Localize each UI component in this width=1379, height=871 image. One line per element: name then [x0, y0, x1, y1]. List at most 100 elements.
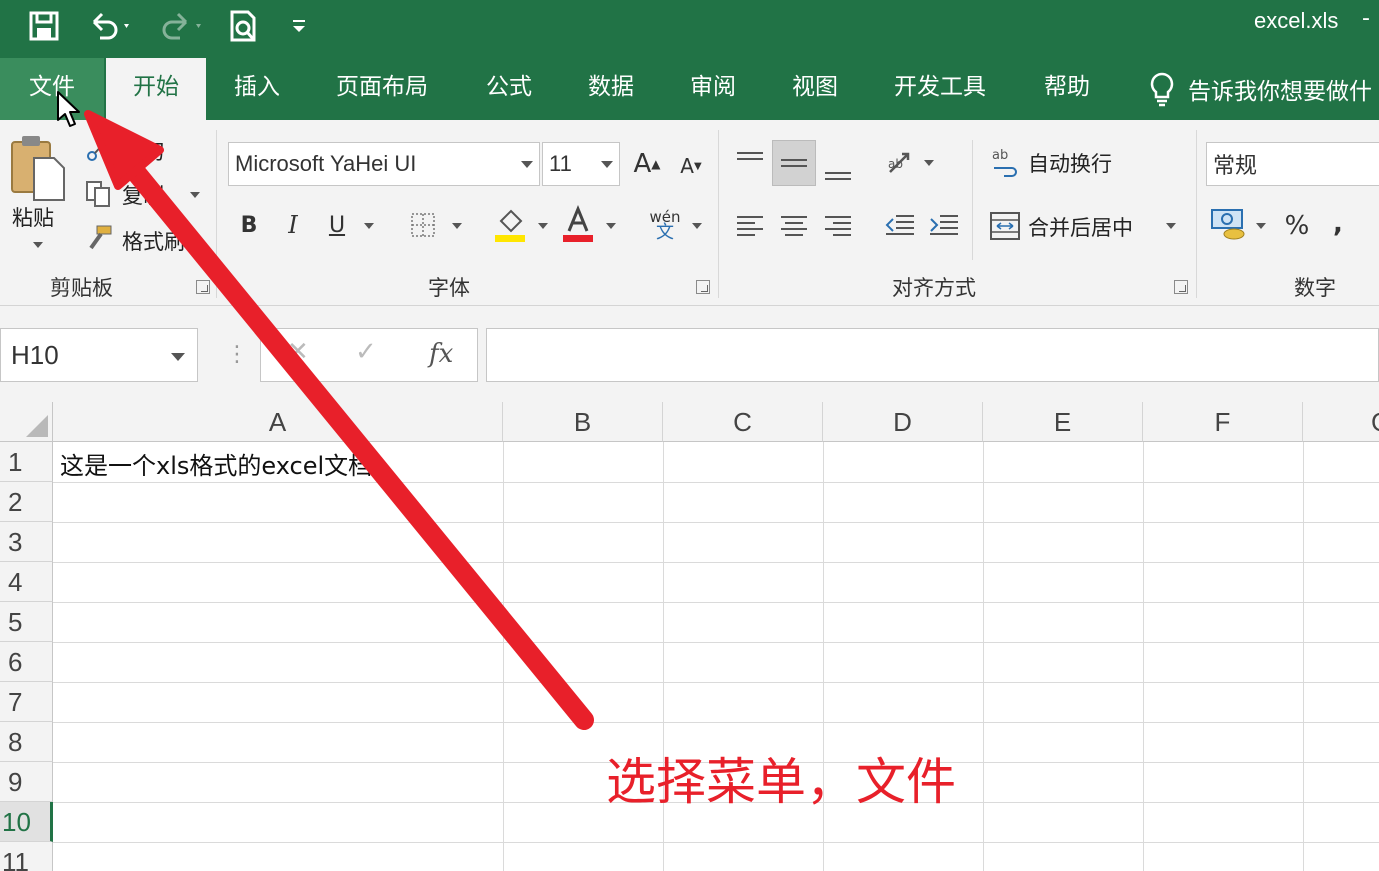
row-header-selected[interactable]: 10 — [0, 802, 53, 842]
cut-icon[interactable] — [84, 136, 112, 164]
paste-dropdown-icon[interactable] — [33, 242, 43, 248]
formula-bar: H10 ⋮ ✕ ✓ fx — [0, 306, 1379, 402]
font-launcher-icon[interactable] — [696, 280, 710, 294]
tell-me-box[interactable]: 告诉我你想要做什 — [1148, 58, 1372, 120]
print-preview-icon[interactable] — [224, 8, 264, 44]
row-header[interactable]: 4 — [0, 562, 53, 602]
cell-a1[interactable]: 这是一个xls格式的excel文档 — [60, 446, 372, 481]
align-top-icon[interactable] — [730, 142, 770, 182]
row-header[interactable]: 3 — [0, 522, 53, 562]
clipboard-launcher-icon[interactable] — [196, 280, 210, 294]
wrap-text-icon[interactable]: ab — [988, 144, 1022, 180]
underline-button[interactable]: U — [322, 208, 352, 242]
column-header-d[interactable]: D — [823, 402, 983, 442]
copy-icon[interactable] — [84, 180, 114, 208]
number-format-select[interactable]: 常规 — [1206, 142, 1379, 186]
row-header[interactable]: 6 — [0, 642, 53, 682]
row-header[interactable]: 2 — [0, 482, 53, 522]
italic-button[interactable]: I — [278, 208, 308, 242]
font-color-dropdown-icon[interactable] — [606, 223, 616, 229]
minimize-button[interactable]: - — [1362, 6, 1370, 31]
column-header-a[interactable]: A — [53, 402, 503, 442]
phonetic-icon[interactable]: wén 文 — [644, 204, 686, 246]
tab-data[interactable]: 数据 — [582, 58, 640, 120]
tab-file[interactable]: 文件 — [0, 58, 104, 120]
column-header-c[interactable]: C — [663, 402, 823, 442]
title-bar: excel.xls - — [0, 0, 1379, 58]
tab-help[interactable]: 帮助 — [1038, 58, 1096, 120]
tab-page-layout[interactable]: 页面布局 — [330, 58, 434, 120]
font-name-select[interactable]: Microsoft YaHei UI — [228, 142, 540, 186]
bold-button[interactable]: B — [234, 208, 264, 242]
format-painter-icon[interactable] — [84, 224, 114, 252]
increase-font-icon[interactable]: A ▲ — [630, 144, 664, 184]
underline-dropdown-icon[interactable] — [364, 223, 374, 229]
orientation-icon[interactable]: ab — [880, 142, 922, 184]
column-header-e[interactable]: E — [983, 402, 1143, 442]
row-header[interactable]: 11 — [0, 842, 53, 871]
customize-icon[interactable] — [288, 8, 310, 44]
border-dropdown-icon[interactable] — [452, 223, 462, 229]
align-middle-icon[interactable] — [772, 140, 816, 186]
align-right-icon[interactable] — [818, 206, 858, 246]
increase-indent-icon[interactable] — [924, 206, 964, 246]
align-bottom-icon[interactable] — [818, 150, 858, 190]
column-header-f[interactable]: F — [1143, 402, 1303, 442]
decrease-font-icon[interactable]: A ▼ — [676, 148, 706, 184]
insert-function-button[interactable]: fx — [429, 339, 453, 369]
row-header[interactable]: 7 — [0, 682, 53, 722]
row-header[interactable]: 1 — [0, 442, 53, 482]
gridline — [53, 722, 1379, 723]
row-header[interactable]: 8 — [0, 722, 53, 762]
format-painter-label[interactable]: 格式刷 — [122, 226, 185, 256]
name-box[interactable]: H10 — [0, 328, 198, 382]
save-icon[interactable] — [26, 8, 62, 44]
fill-color-dropdown-icon[interactable] — [538, 223, 548, 229]
divider — [216, 130, 217, 298]
alignment-launcher-icon[interactable] — [1174, 280, 1188, 294]
formula-bar-grip-icon[interactable]: ⋮ — [226, 342, 248, 367]
column-header-b[interactable]: B — [503, 402, 663, 442]
fill-color-icon[interactable] — [492, 204, 528, 244]
enter-icon[interactable]: ✓ — [355, 337, 377, 367]
tab-view[interactable]: 视图 — [786, 58, 844, 120]
border-icon[interactable] — [406, 208, 440, 242]
align-center-icon[interactable] — [774, 206, 814, 246]
paste-label[interactable]: 粘贴 — [12, 202, 54, 232]
accounting-format-icon[interactable] — [1208, 204, 1252, 244]
cancel-icon[interactable]: ✕ — [287, 337, 309, 367]
paste-icon[interactable] — [8, 132, 68, 202]
align-left-icon[interactable] — [730, 206, 770, 246]
tab-developer[interactable]: 开发工具 — [888, 58, 992, 120]
alignment-group-label: 对齐方式 — [892, 276, 976, 300]
decrease-indent-icon[interactable] — [880, 206, 920, 246]
percent-button[interactable]: % — [1280, 206, 1314, 246]
merge-center-dropdown-icon[interactable] — [1166, 223, 1176, 229]
wrap-text-label[interactable]: 自动换行 — [1028, 148, 1112, 178]
copy-label[interactable]: 复制 — [122, 180, 164, 210]
lightbulb-icon — [1150, 72, 1174, 107]
phonetic-dropdown-icon[interactable] — [692, 223, 702, 229]
row-header[interactable]: 9 — [0, 762, 53, 802]
undo-icon[interactable] — [84, 8, 136, 44]
font-group-label: 字体 — [428, 276, 470, 300]
tab-insert[interactable]: 插入 — [228, 58, 286, 120]
redo-icon[interactable] — [154, 8, 206, 44]
merge-center-icon[interactable] — [988, 208, 1022, 244]
copy-dropdown-icon[interactable] — [190, 192, 200, 198]
tab-formulas[interactable]: 公式 — [480, 58, 538, 120]
tab-review[interactable]: 审阅 — [684, 58, 742, 120]
formula-input[interactable] — [486, 328, 1379, 382]
font-color-icon[interactable] — [560, 204, 596, 244]
comma-button[interactable]: , — [1326, 204, 1350, 244]
merge-center-label[interactable]: 合并后居中 — [1028, 212, 1133, 242]
accounting-dropdown-icon[interactable] — [1256, 223, 1266, 229]
row-header[interactable]: 5 — [0, 602, 53, 642]
cut-label[interactable]: 剪切 — [122, 136, 164, 166]
gridline — [503, 442, 504, 871]
select-all-corner[interactable] — [0, 402, 53, 442]
font-size-select[interactable]: 11 — [542, 142, 620, 186]
orientation-dropdown-icon[interactable] — [924, 160, 934, 166]
tab-home[interactable]: 开始 — [106, 58, 206, 120]
column-header-g[interactable]: G — [1303, 402, 1379, 442]
